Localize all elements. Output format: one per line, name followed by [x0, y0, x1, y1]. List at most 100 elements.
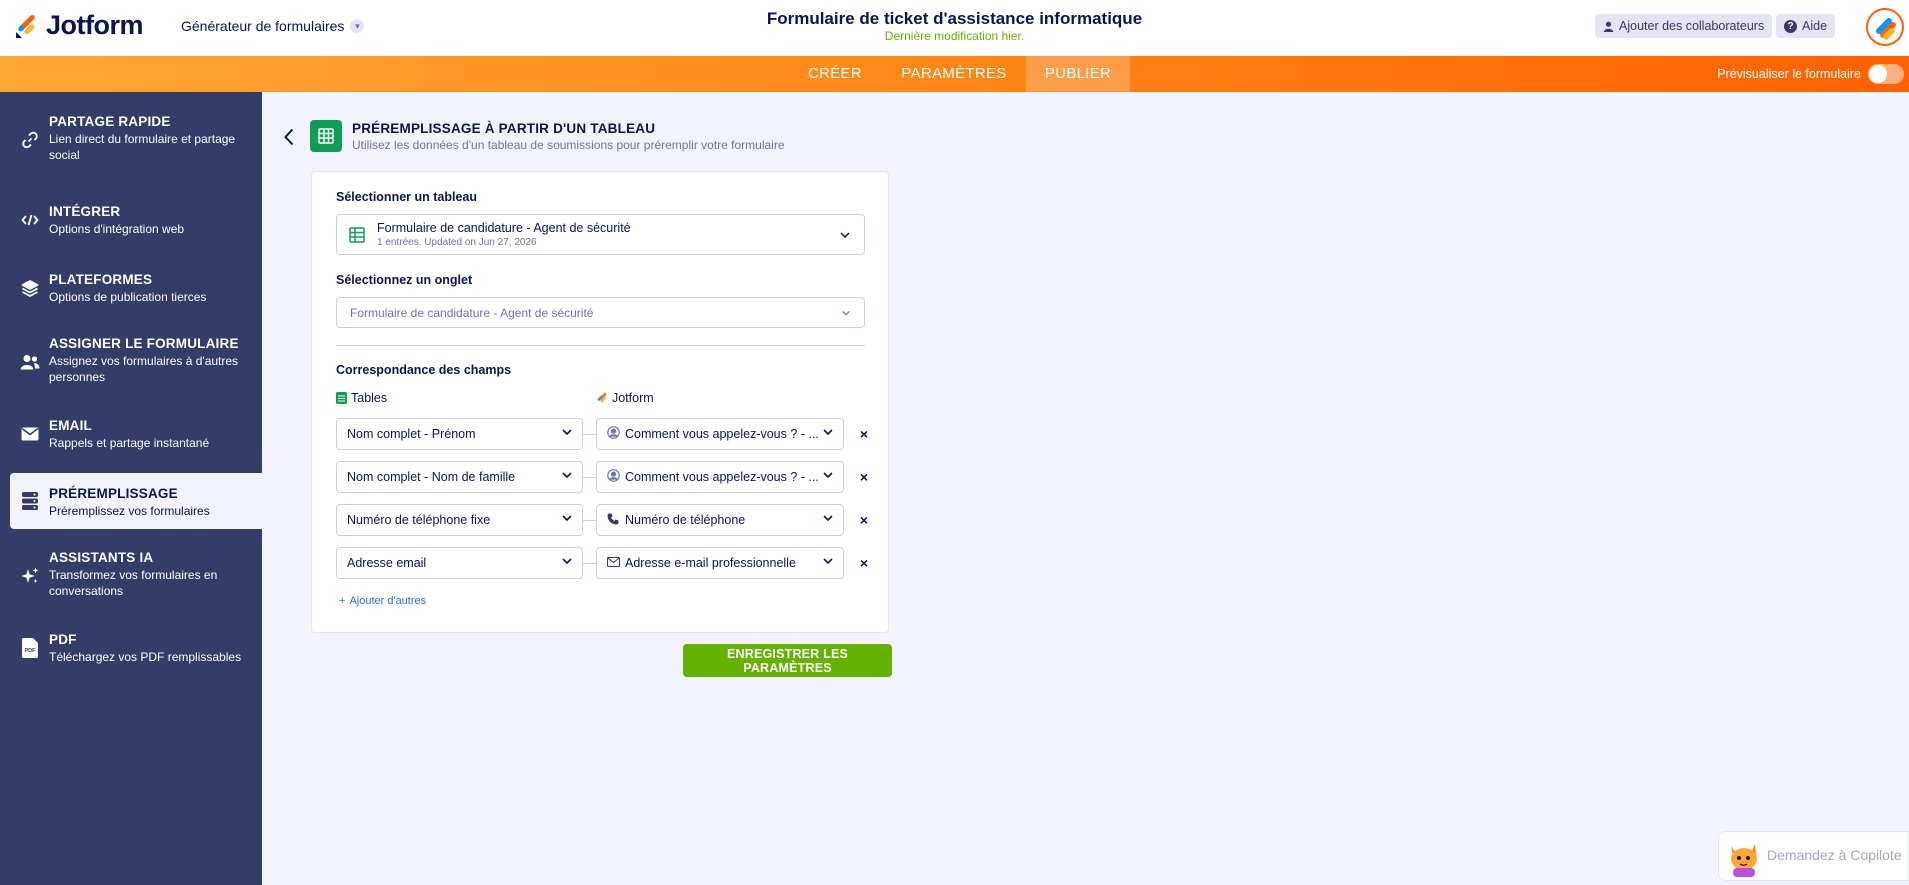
copilot-launcher[interactable]: Demandez à Copilote — [1718, 831, 1909, 881]
chevron-down-icon — [562, 472, 572, 478]
sidebar-item-quick-share[interactable]: PARTAGE RAPIDE Lien direct du formulaire… — [0, 114, 262, 170]
source-field-value: Adresse email — [347, 556, 427, 570]
phone-icon — [607, 513, 619, 525]
target-field-dropdown[interactable]: Comment vous appelez-vous ? - ... — [596, 418, 844, 450]
preview-form-label: Prévisualiser le formulaire — [1717, 67, 1861, 81]
sidebar-item-title: ASSISTANTS IA — [49, 550, 154, 565]
source-field-value: Numéro de téléphone fixe — [347, 513, 491, 527]
chevron-left-icon — [284, 128, 294, 146]
help-button[interactable]: ? Aide — [1776, 14, 1836, 38]
chevron-down-icon — [823, 558, 833, 564]
sidebar-item-subtitle: Lien direct du formulaire et partage soc… — [49, 132, 236, 162]
sidebar-item-prefill[interactable]: PRÉREMPLISSAGE Préremplissez vos formula… — [10, 473, 262, 529]
add-more-label: Ajouter d'autres — [349, 595, 427, 607]
sidebar-item-subtitle: Assignez vos formulaires à d'autres pers… — [49, 354, 239, 384]
svg-text:PDF: PDF — [25, 648, 37, 654]
select-tab-label: Sélectionnez un onglet — [336, 273, 473, 287]
publish-sidebar: PARTAGE RAPIDE Lien direct du formulaire… — [0, 92, 262, 885]
back-button[interactable] — [280, 126, 298, 148]
preview-toggle[interactable] — [1868, 64, 1904, 84]
prefill-settings-card: Sélectionner un tableau Formulaire de ca… — [311, 171, 889, 633]
add-collaborators-button[interactable]: Ajouter des collaborateurs — [1595, 14, 1773, 38]
plus-icon: + — [339, 595, 346, 607]
remove-mapping-button[interactable]: × — [857, 555, 871, 571]
target-field-dropdown[interactable]: Numéro de téléphone — [596, 504, 844, 536]
target-field-dropdown[interactable]: Adresse e-mail professionnelle — [596, 547, 844, 579]
user-icon — [1603, 21, 1614, 32]
tab-create[interactable]: CRÉER — [790, 56, 880, 92]
chevron-down-icon: ▾ — [350, 19, 365, 33]
avatar-logo-icon — [1876, 18, 1896, 40]
envelope-icon — [607, 557, 620, 567]
form-builder-menu[interactable]: Générateur de formulaires ▾ — [181, 18, 365, 34]
selected-table-name: Formulaire de candidature - Agent de séc… — [377, 221, 631, 235]
save-settings-button[interactable]: ENREGISTRER LES PARAMÈTRES — [683, 644, 892, 677]
builder-menu-label: Générateur de formulaires — [181, 18, 345, 34]
sidebar-item-email[interactable]: EMAIL Rappels et partage instantané — [0, 418, 262, 458]
remove-mapping-button[interactable]: × — [857, 469, 871, 485]
tab-publish[interactable]: PUBLIER — [1026, 56, 1130, 92]
selected-table-meta: 1 entrées. Updated on Jun 27, 2026 — [377, 237, 537, 248]
sidebar-item-title: INTÉGRER — [49, 204, 121, 219]
chevron-down-icon — [823, 472, 833, 478]
sparkle-icon — [20, 566, 40, 586]
tables-column-label: Tables — [351, 391, 388, 405]
chevron-down-icon — [842, 310, 850, 315]
sidebar-item-assign-form[interactable]: ASSIGNER LE FORMULAIRE Assignez vos form… — [0, 336, 262, 392]
sidebar-item-embed[interactable]: INTÉGRER Options d'intégration web — [0, 204, 262, 244]
select-table-label: Sélectionner un tableau — [336, 190, 478, 204]
link-icon — [20, 130, 40, 150]
mapping-connector — [583, 520, 597, 521]
toggle-knob — [1869, 65, 1887, 83]
source-field-dropdown[interactable]: Nom complet - Prénom — [336, 418, 583, 450]
mapping-connector — [583, 477, 597, 478]
sidebar-item-title: ASSIGNER LE FORMULAIRE — [49, 336, 239, 351]
jotform-logo-icon — [16, 14, 35, 38]
sheets-icon — [336, 392, 347, 404]
tab-settings[interactable]: PARAMÈTRES — [890, 56, 1018, 92]
tab-select-dropdown[interactable]: Formulaire de candidature - Agent de séc… — [336, 297, 865, 328]
source-field-dropdown[interactable]: Numéro de téléphone fixe — [336, 504, 583, 536]
envelope-icon — [20, 424, 40, 444]
user-avatar[interactable] — [1866, 8, 1904, 46]
source-field-dropdown[interactable]: Adresse email — [336, 547, 583, 579]
sidebar-item-subtitle: Préremplissez vos formulaires — [49, 504, 210, 518]
chevron-down-icon — [562, 429, 572, 435]
sidebar-item-title: PRÉREMPLISSAGE — [49, 486, 178, 501]
pdf-icon: PDF — [20, 638, 40, 658]
table-select-dropdown[interactable]: Formulaire de candidature - Agent de séc… — [336, 214, 865, 255]
chevron-down-icon — [840, 231, 850, 238]
divider — [336, 345, 865, 346]
layers-icon — [20, 278, 40, 298]
remove-mapping-button[interactable]: × — [857, 426, 871, 442]
code-icon — [20, 210, 40, 230]
target-field-value: Comment vous appelez-vous ? - ... — [625, 470, 819, 484]
sidebar-item-title: EMAIL — [49, 418, 92, 433]
sidebar-item-subtitle: Téléchargez vos PDF remplissables — [49, 650, 242, 664]
source-field-dropdown[interactable]: Nom complet - Nom de famille — [336, 461, 583, 493]
target-field-dropdown[interactable]: Comment vous appelez-vous ? - ... — [596, 461, 844, 493]
chevron-down-icon — [562, 515, 572, 521]
brand-name: Jotform — [46, 10, 144, 40]
remove-mapping-button[interactable]: × — [857, 512, 871, 528]
jotform-logo[interactable]: Jotform — [14, 10, 144, 41]
target-field-value: Numéro de téléphone — [625, 513, 746, 527]
add-more-link[interactable]: + Ajouter d'autres — [339, 595, 426, 607]
sidebar-item-subtitle: Options d'intégration web — [49, 222, 185, 236]
page-title: PRÉREMPLISSAGE À PARTIR D'UN TABLEAU — [352, 121, 656, 136]
database-icon — [20, 491, 40, 511]
sidebar-item-ai-agents[interactable]: ASSISTANTS IA Transformez vos formulaire… — [0, 550, 262, 606]
chevron-down-icon — [823, 429, 833, 435]
sidebar-item-subtitle: Rappels et partage instantané — [49, 436, 210, 450]
sidebar-item-platforms[interactable]: PLATEFORMES Options de publication tierc… — [0, 272, 262, 312]
sidebar-item-title: PLATEFORMES — [49, 272, 153, 287]
sidebar-item-pdf[interactable]: PDF PDF Téléchargez vos PDF remplissable… — [0, 632, 262, 672]
help-icon: ? — [1784, 19, 1797, 33]
selected-tab-value: Formulaire de candidature - Agent de séc… — [350, 306, 594, 320]
user-circle-icon — [607, 426, 620, 439]
tables-column-header: Tables — [336, 391, 387, 405]
mapping-connector — [583, 434, 597, 435]
copilot-mascot-icon — [1731, 844, 1757, 877]
sidebar-item-title: PDF — [49, 632, 77, 647]
target-field-value: Adresse e-mail professionnelle — [625, 556, 796, 570]
